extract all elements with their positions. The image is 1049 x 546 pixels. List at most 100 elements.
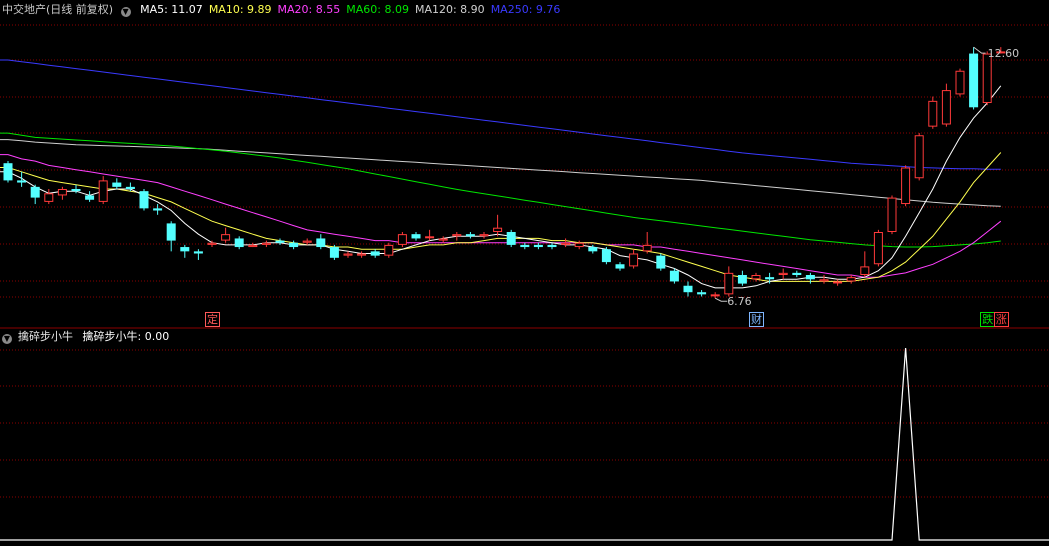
candle-body bbox=[397, 234, 407, 245]
candle bbox=[112, 178, 122, 189]
candle bbox=[860, 251, 870, 278]
candle bbox=[914, 133, 924, 181]
indicator-panel-header: ▼ 擒碎步小牛 擒碎步小牛: 0.00 bbox=[2, 330, 175, 344]
low-marker-pointer bbox=[714, 297, 728, 302]
candle bbox=[697, 290, 707, 297]
candle-body bbox=[357, 253, 367, 256]
candle-body bbox=[860, 266, 870, 275]
candle-body bbox=[438, 238, 448, 241]
candle-body bbox=[411, 234, 421, 239]
candle bbox=[85, 191, 95, 202]
candle-body bbox=[384, 244, 394, 256]
candle-body bbox=[221, 234, 231, 241]
candle bbox=[969, 47, 979, 110]
candle-body bbox=[887, 197, 897, 233]
ma10-line bbox=[0, 152, 1002, 282]
candle-body bbox=[248, 244, 258, 248]
chevron-down-icon[interactable]: ▼ bbox=[120, 7, 131, 17]
candle bbox=[329, 244, 339, 260]
candle-body bbox=[153, 208, 163, 211]
candle-body bbox=[520, 244, 530, 248]
candle-body bbox=[166, 223, 176, 241]
stock-name: 中交地产 bbox=[2, 3, 46, 16]
candle-body bbox=[969, 53, 979, 108]
candle bbox=[465, 232, 475, 239]
candle-body bbox=[17, 180, 27, 183]
candle bbox=[642, 232, 652, 254]
candle-body bbox=[642, 244, 652, 252]
candle bbox=[57, 186, 67, 200]
candle-body bbox=[343, 253, 353, 256]
candle bbox=[207, 240, 217, 248]
chart-canvas[interactable]: 12.60 6.76 bbox=[0, 0, 1049, 546]
candle-body bbox=[955, 70, 965, 95]
candle-body bbox=[778, 272, 788, 276]
candle bbox=[873, 229, 883, 267]
candle-body bbox=[547, 244, 557, 248]
candle bbox=[221, 227, 231, 243]
candle bbox=[30, 184, 40, 205]
candle-body bbox=[615, 264, 625, 269]
candle-body bbox=[928, 100, 938, 127]
candle bbox=[615, 262, 625, 271]
main-panel-grid bbox=[0, 24, 1049, 298]
candle bbox=[805, 272, 815, 284]
ma-label-5: MA250: 9.76 bbox=[490, 3, 561, 16]
chevron-down-icon[interactable]: ▼ bbox=[2, 334, 12, 344]
candle-body bbox=[3, 163, 13, 181]
ma-label-2: MA20: 8.55 bbox=[277, 3, 341, 16]
candle-body bbox=[873, 232, 883, 265]
candle-body bbox=[697, 292, 707, 295]
candle-body bbox=[452, 234, 462, 237]
indicator-line bbox=[0, 347, 1049, 541]
event-tag-1[interactable]: 财 bbox=[749, 312, 764, 327]
high-marker-label: 12.60 bbox=[988, 47, 1020, 60]
ma-label-4: MA120: 8.90 bbox=[414, 3, 485, 16]
event-tag-3[interactable]: 涨 bbox=[993, 312, 1009, 327]
candle bbox=[17, 171, 27, 187]
candle-body bbox=[275, 240, 285, 243]
candle-body bbox=[683, 285, 693, 293]
candle bbox=[506, 229, 516, 248]
candle-body bbox=[261, 242, 271, 245]
candle-body bbox=[941, 90, 951, 125]
candle bbox=[139, 189, 149, 211]
candle bbox=[846, 275, 856, 284]
ma-legend: MA5: 11.07 MA10: 9.89 MA20: 8.55 MA60: 8.09… bbox=[140, 3, 566, 16]
candle-body bbox=[370, 251, 380, 256]
candle bbox=[384, 242, 394, 258]
indicator-value-label: 擒碎步小牛: 0.00 bbox=[82, 330, 170, 343]
candle bbox=[98, 176, 108, 205]
candle bbox=[941, 83, 951, 127]
candle-body bbox=[425, 236, 435, 239]
moving-average-lines bbox=[0, 59, 1002, 289]
candle bbox=[683, 281, 693, 297]
main-panel-header: 中交地产(日线 前复权) ▼ MA5: 11.07 MA10: 9.89 MA20:… bbox=[2, 3, 566, 17]
candle-body bbox=[85, 195, 95, 200]
candle-body bbox=[316, 238, 326, 248]
candle bbox=[343, 251, 353, 258]
candle-body bbox=[710, 294, 720, 297]
candle-body bbox=[506, 232, 516, 245]
event-tag-0[interactable]: 定 bbox=[205, 312, 220, 327]
candle-body bbox=[833, 281, 843, 284]
candle-body bbox=[819, 279, 829, 282]
candle-body bbox=[765, 277, 775, 280]
candle-body bbox=[724, 272, 734, 295]
candle-body bbox=[561, 242, 571, 245]
candle-body bbox=[302, 240, 312, 243]
candle-body bbox=[57, 189, 67, 196]
candle bbox=[411, 232, 421, 241]
candle-body bbox=[465, 234, 475, 237]
candle bbox=[778, 268, 788, 280]
candle-body bbox=[125, 186, 135, 189]
candle bbox=[3, 161, 13, 183]
candle-body bbox=[601, 249, 611, 263]
candle bbox=[901, 165, 911, 207]
candle-body bbox=[533, 244, 543, 248]
candle bbox=[737, 270, 747, 286]
candle bbox=[955, 68, 965, 97]
candle bbox=[180, 244, 190, 258]
candle bbox=[316, 234, 326, 250]
candle-body bbox=[656, 255, 666, 269]
